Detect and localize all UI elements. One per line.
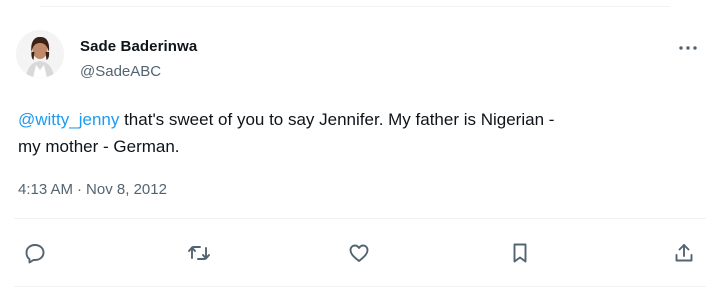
author-avatar[interactable] (16, 30, 64, 78)
share-icon (675, 244, 693, 262)
timestamp-time[interactable]: 4:13 AM (18, 181, 73, 198)
tweet-text: @witty_jenny that's sweet of you to say … (18, 106, 708, 160)
actions-divider (14, 218, 706, 219)
timestamp-date[interactable]: Nov 8, 2012 (86, 181, 167, 198)
retweet-button[interactable] (186, 240, 212, 266)
author-handle[interactable]: @SadeABC (80, 63, 161, 80)
bookmark-icon (513, 243, 527, 263)
more-options-icon[interactable] (676, 40, 700, 56)
speech-bubble-icon (25, 244, 45, 264)
bookmark-button[interactable] (507, 240, 533, 266)
top-divider (40, 6, 670, 7)
mention-link[interactable]: @witty_jenny (18, 110, 119, 129)
tweet-text-line2: my mother - German. (18, 137, 180, 156)
retweet-icon (188, 246, 210, 260)
bottom-divider (14, 286, 706, 287)
tweet-timestamp: 4:13 AM · Nov 8, 2012 (18, 181, 167, 198)
tweet-text-line1: that's sweet of you to say Jennifer. My … (119, 110, 555, 129)
reply-button[interactable] (22, 240, 48, 266)
share-button[interactable] (671, 240, 697, 266)
like-button[interactable] (346, 240, 372, 266)
author-display-name[interactable]: Sade Baderinwa (80, 38, 197, 55)
timestamp-separator: · (77, 181, 83, 198)
avatar-photo (16, 30, 64, 78)
heart-icon (349, 244, 369, 262)
